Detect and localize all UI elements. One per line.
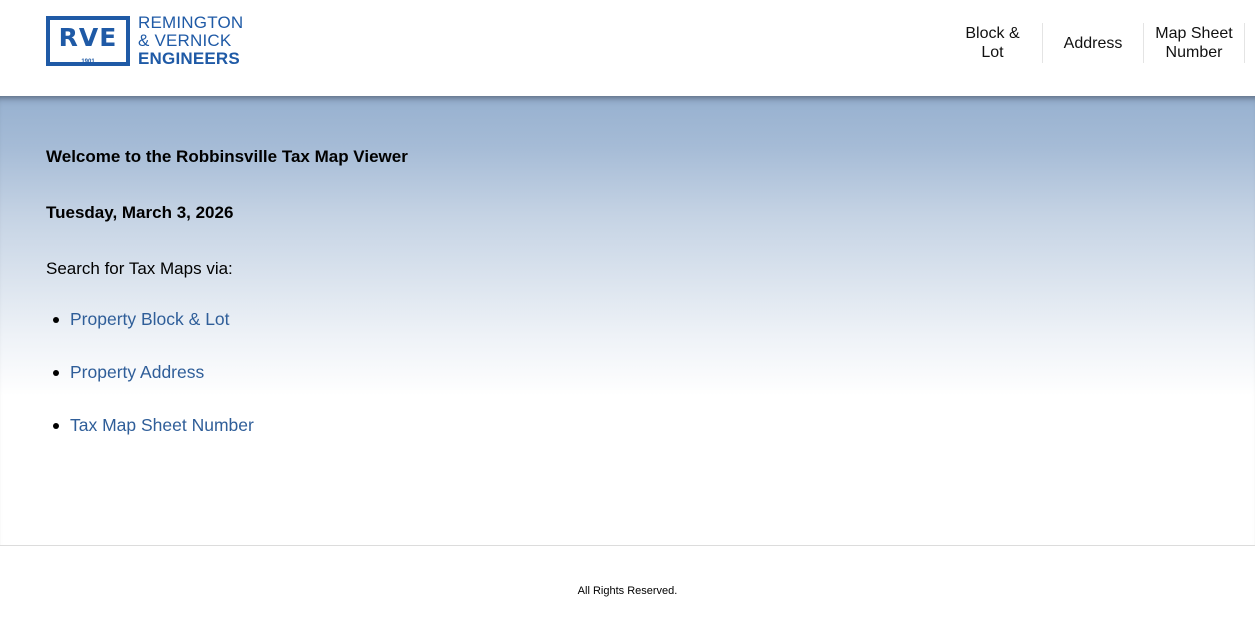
- welcome-heading: Welcome to the Robbinsville Tax Map View…: [46, 147, 408, 166]
- logo-year: 1901: [81, 59, 95, 65]
- search-label: Search for Tax Maps via:: [46, 259, 233, 278]
- main-nav: Block & Lot Address Map Sheet Number: [953, 23, 1245, 63]
- nav-map-sheet-number[interactable]: Map Sheet Number: [1144, 23, 1245, 63]
- link-property-block-lot[interactable]: Property Block & Lot: [70, 309, 230, 329]
- logo-wordmark: REMINGTON & VERNICK ENGINEERS: [138, 14, 243, 68]
- logo-line-1: REMINGTON: [138, 13, 244, 32]
- footer-divider: [0, 545, 1255, 546]
- site-header: RVE 1901 REMINGTON & VERNICK ENGINEERS B…: [0, 0, 1255, 96]
- logo-line-3: ENGINEERS: [138, 49, 240, 68]
- nav-address[interactable]: Address: [1043, 23, 1144, 63]
- company-logo[interactable]: RVE 1901 REMINGTON & VERNICK ENGINEERS: [46, 14, 243, 68]
- list-item: Property Block & Lot: [46, 309, 254, 362]
- logo-mark-text: RVE: [58, 23, 118, 52]
- bullet-icon: [53, 317, 59, 323]
- footer-copyright: All Rights Reserved.: [577, 585, 678, 597]
- logo-line-2: & VERNICK: [138, 31, 232, 50]
- nav-block-lot[interactable]: Block & Lot: [953, 23, 1043, 63]
- link-tax-map-sheet-number[interactable]: Tax Map Sheet Number: [70, 415, 254, 435]
- logo-mark: RVE 1901: [46, 16, 130, 66]
- bullet-icon: [53, 423, 59, 429]
- link-property-address[interactable]: Property Address: [70, 362, 204, 382]
- search-links-list: Property Block & Lot Property Address Ta…: [46, 309, 254, 468]
- current-date: Tuesday, March 3, 2026: [46, 203, 234, 222]
- bullet-icon: [53, 370, 59, 376]
- list-item: Property Address: [46, 362, 254, 415]
- list-item: Tax Map Sheet Number: [46, 415, 254, 468]
